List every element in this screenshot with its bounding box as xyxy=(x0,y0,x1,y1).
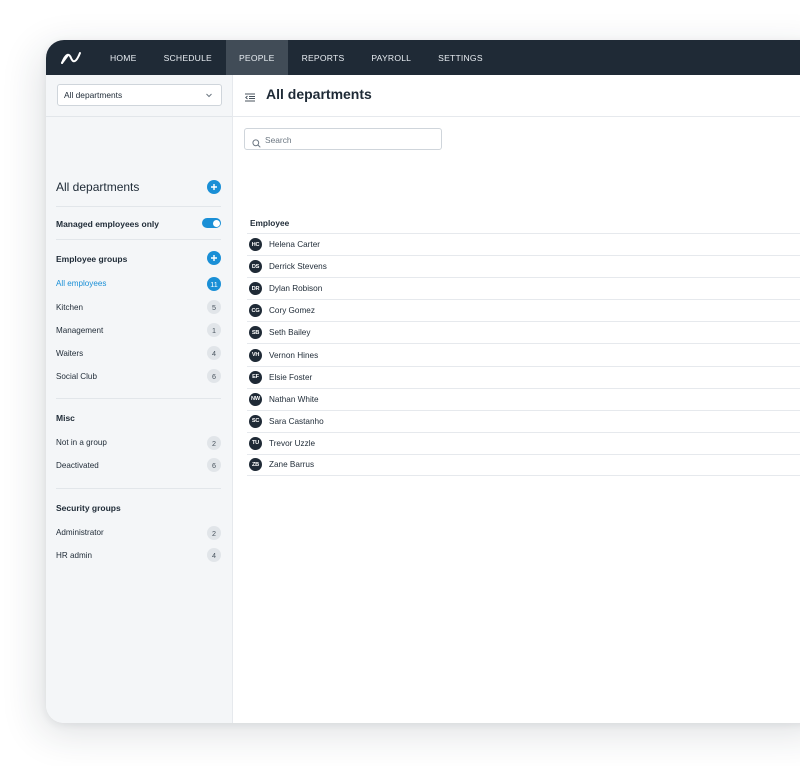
page-title: All departments xyxy=(266,86,372,102)
employee-name: Dylan Robison xyxy=(269,284,323,294)
brand-logo-icon[interactable] xyxy=(46,40,94,75)
add-department-button[interactable] xyxy=(207,180,221,194)
plus-icon xyxy=(211,184,217,190)
nav-payroll[interactable]: PAYROLL xyxy=(358,40,425,75)
group-kitchen[interactable]: Kitchen xyxy=(56,303,83,312)
department-select[interactable]: All departments xyxy=(57,84,222,106)
managed-employees-label: Managed employees only xyxy=(56,219,159,229)
count-badge: 4 xyxy=(207,548,221,562)
table-row[interactable]: TU Trevor Uzzle xyxy=(247,431,800,454)
divider xyxy=(56,398,221,399)
security-groups-title: Security groups xyxy=(56,503,121,513)
count-badge: 1 xyxy=(207,323,221,337)
group-management[interactable]: Management xyxy=(56,326,103,335)
table-row[interactable]: SB Seth Bailey xyxy=(247,321,800,343)
divider xyxy=(56,206,221,207)
employee-name: Derrick Stevens xyxy=(269,262,327,272)
search-box[interactable] xyxy=(244,128,442,150)
table-row[interactable]: EF Elsie Foster xyxy=(247,365,800,388)
main-header: All departments xyxy=(233,75,800,117)
sidebar: All departments All departments Managed … xyxy=(46,75,233,723)
divider xyxy=(46,116,232,117)
search-icon xyxy=(252,135,261,153)
plus-icon xyxy=(211,255,217,261)
department-select-value: All departments xyxy=(64,90,123,100)
toggle-knob xyxy=(212,219,220,227)
avatar: NW xyxy=(249,392,262,406)
nav-home[interactable]: HOME xyxy=(94,40,150,75)
group-waiters[interactable]: Waiters xyxy=(56,349,83,358)
avatar: VH xyxy=(249,348,262,362)
avatar: SB xyxy=(249,326,262,340)
table-row[interactable]: NW Nathan White xyxy=(247,387,800,410)
count-badge: 6 xyxy=(207,369,221,383)
employee-column-header[interactable]: Employee xyxy=(250,218,289,228)
count-badge: 4 xyxy=(207,346,221,360)
employee-name: Nathan White xyxy=(269,394,319,404)
chevron-down-icon xyxy=(205,91,213,101)
table-row[interactable]: CG Cory Gomez xyxy=(247,299,800,321)
divider xyxy=(56,488,221,489)
count-badge: 6 xyxy=(207,458,221,472)
top-nav-bar: HOME SCHEDULE PEOPLE REPORTS PAYROLL SET… xyxy=(46,40,800,75)
search-input[interactable] xyxy=(265,132,435,147)
employee-name: Vernon Hines xyxy=(269,350,319,360)
avatar: TU xyxy=(249,436,262,450)
table-row[interactable]: HC Helena Carter xyxy=(247,233,800,255)
avatar: DR xyxy=(249,282,262,296)
avatar: SC xyxy=(249,414,262,428)
avatar: EF xyxy=(249,370,262,384)
misc-not-in-group[interactable]: Not in a group xyxy=(56,438,107,447)
count-badge: 2 xyxy=(207,436,221,450)
group-all-employees[interactable]: All employees xyxy=(56,279,106,288)
divider xyxy=(56,239,221,240)
employee-name: Helena Carter xyxy=(269,240,320,250)
employee-list: HC Helena Carter DS Derrick Stevens DR D… xyxy=(247,233,800,477)
collapse-sidebar-icon[interactable] xyxy=(245,89,255,107)
table-row[interactable]: DS Derrick Stevens xyxy=(247,255,800,277)
employee-name: Zane Barrus xyxy=(269,460,315,470)
table-row[interactable]: VH Vernon Hines xyxy=(247,343,800,365)
nav-reports[interactable]: REPORTS xyxy=(288,40,358,75)
employee-name: Sara Castanho xyxy=(269,416,324,426)
nav-people[interactable]: PEOPLE xyxy=(225,40,289,75)
avatar: ZB xyxy=(249,458,262,472)
employee-groups-title: Employee groups xyxy=(56,254,128,264)
nav-schedule[interactable]: SCHEDULE xyxy=(150,40,225,75)
app-window: HOME SCHEDULE PEOPLE REPORTS PAYROLL SET… xyxy=(46,40,800,723)
main-content: All departments Employee HC Helena Carte… xyxy=(233,75,800,723)
count-badge: 5 xyxy=(207,300,221,314)
employee-name: Elsie Foster xyxy=(269,372,313,382)
misc-deactivated[interactable]: Deactivated xyxy=(56,461,99,470)
security-administrator[interactable]: Administrator xyxy=(56,528,104,537)
count-badge: 11 xyxy=(207,277,221,291)
employee-name: Trevor Uzzle xyxy=(269,438,316,448)
avatar: CG xyxy=(249,304,262,318)
table-row[interactable]: SC Sara Castanho xyxy=(247,409,800,432)
table-row[interactable]: DR Dylan Robison xyxy=(247,277,800,299)
security-hr-admin[interactable]: HR admin xyxy=(56,551,92,560)
misc-title: Misc xyxy=(56,413,75,423)
avatar: HC xyxy=(249,238,262,252)
employee-name: Cory Gomez xyxy=(269,306,315,316)
table-row[interactable]: ZB Zane Barrus xyxy=(247,453,800,477)
nav-settings[interactable]: SETTINGS xyxy=(425,40,497,75)
group-social-club[interactable]: Social Club xyxy=(56,372,97,381)
add-employee-group-button[interactable] xyxy=(207,251,221,265)
avatar: DS xyxy=(249,260,262,274)
employee-name: Seth Bailey xyxy=(269,328,311,338)
count-badge: 2 xyxy=(207,526,221,540)
managed-employees-toggle[interactable] xyxy=(202,218,221,228)
sidebar-section-title: All departments xyxy=(56,180,140,194)
